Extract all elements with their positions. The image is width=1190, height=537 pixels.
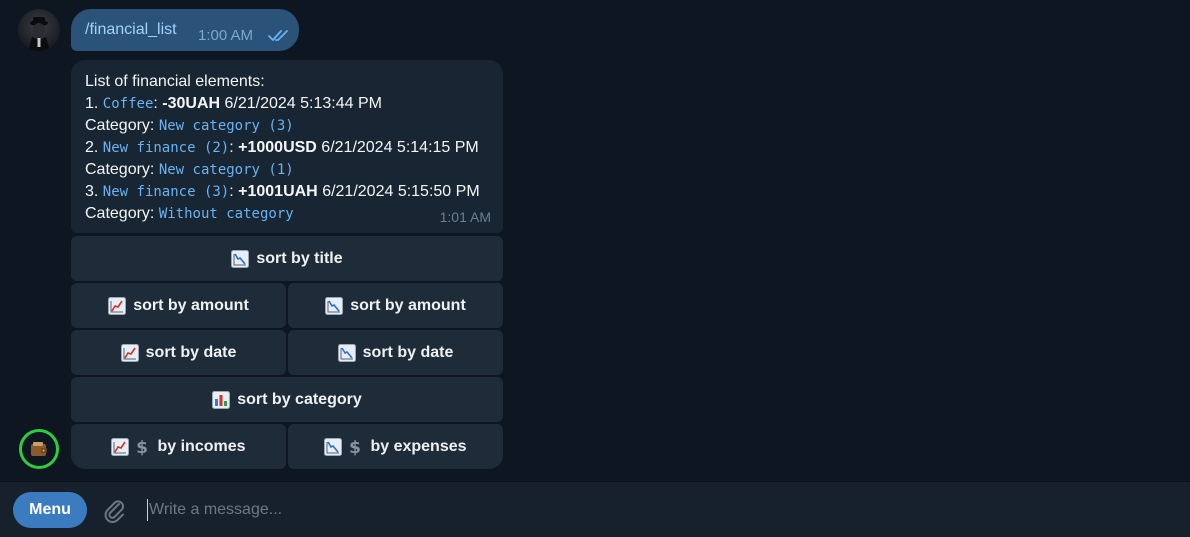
item-index: 1.	[85, 95, 99, 112]
sort-by-amount-descending-label: sort by amount	[350, 296, 466, 314]
chart-decreasing-icon	[325, 296, 344, 315]
chat-area: /financial_list 1:00 AM List of financia…	[0, 0, 1190, 481]
item-date: 6/21/2024 5:14:15 PM	[321, 139, 479, 156]
sort-by-amount-descending-button[interactable]: sort by amount	[288, 283, 503, 328]
user-avatar-image	[28, 17, 50, 51]
sort-by-title-label: sort by title	[256, 249, 343, 267]
item-title[interactable]: New finance (3)	[103, 184, 229, 200]
category-label: Category:	[85, 205, 155, 222]
item-date: 6/21/2024 5:15:50 PM	[322, 183, 480, 200]
sort-by-amount-ascending-label: sort by amount	[133, 296, 249, 314]
item-index: 2.	[85, 139, 99, 156]
chart-decreasing-icon	[337, 343, 356, 362]
item-index: 3.	[85, 183, 99, 200]
category-label: Category:	[85, 161, 155, 178]
double-check-icon	[267, 27, 293, 43]
chart-increasing-icon	[108, 296, 127, 315]
item-category[interactable]: New category (3)	[159, 118, 294, 134]
list-header: List of financial elements:	[85, 73, 265, 90]
list-item: 2. New finance (2): +1000USD 6/21/2024 5…	[85, 139, 479, 156]
dollar-sign-icon: $	[346, 438, 364, 456]
outgoing-message[interactable]: /financial_list 1:00 AM	[71, 9, 299, 51]
sort-by-category-button[interactable]: sort by category	[71, 377, 503, 422]
list-item-category: Category: New category (3)	[85, 115, 489, 137]
list-item-category: Category: New category (1)	[85, 159, 489, 181]
sort-by-title-button[interactable]: sort by title	[71, 236, 503, 281]
bot-avatar[interactable]	[19, 429, 59, 469]
item-category[interactable]: New category (1)	[159, 162, 294, 178]
message-input[interactable]	[149, 496, 1159, 524]
chart-decreasing-icon	[324, 437, 343, 456]
item-category[interactable]: Without category	[159, 206, 294, 222]
svg-text:$: $	[350, 438, 362, 456]
user-avatar[interactable]	[18, 9, 60, 51]
by-incomes-label: by incomes	[157, 437, 246, 455]
svg-text:$: $	[137, 438, 149, 456]
item-amount: +1000USD	[238, 139, 317, 156]
chart-increasing-icon	[120, 343, 139, 362]
list-item-category: Category: Without category	[85, 203, 489, 225]
dollar-sign-icon: $	[133, 438, 151, 456]
list-item: 1. Coffee: -30UAH 6/21/2024 5:13:44 PM	[85, 95, 382, 112]
outgoing-message-time: 1:00 AM	[198, 27, 254, 44]
item-title[interactable]: Coffee	[103, 96, 154, 112]
bar-chart-icon	[212, 390, 231, 409]
sort-by-date-ascending-button[interactable]: sort by date	[71, 330, 286, 375]
category-label: Category:	[85, 117, 155, 134]
by-expenses-button[interactable]: $ by expenses	[288, 424, 503, 469]
item-amount: +1001UAH	[238, 183, 318, 200]
paperclip-icon[interactable]	[100, 496, 128, 524]
text-caret	[147, 499, 148, 521]
wallet-icon	[31, 442, 47, 456]
item-amount: -30UAH	[162, 95, 221, 112]
chart-increasing-icon	[111, 437, 130, 456]
sort-by-category-label: sort by category	[237, 390, 362, 408]
by-expenses-label: by expenses	[370, 437, 467, 455]
list-item: 3. New finance (3): +1001UAH 6/21/2024 5…	[85, 183, 480, 200]
sort-by-date-descending-button[interactable]: sort by date	[288, 330, 503, 375]
message-composer: Menu	[0, 481, 1190, 537]
item-title[interactable]: New finance (2)	[103, 140, 229, 156]
incoming-message: List of financial elements: 1. Coffee: -…	[71, 60, 503, 233]
sort-by-amount-ascending-button[interactable]: sort by amount	[71, 283, 286, 328]
item-date: 6/21/2024 5:13:44 PM	[224, 95, 382, 112]
sort-by-date-ascending-label: sort by date	[145, 343, 237, 361]
incoming-message-time: 1:01 AM	[439, 209, 491, 225]
outgoing-command-text[interactable]: /financial_list	[85, 21, 177, 39]
chart-decreasing-icon	[231, 249, 250, 268]
by-incomes-button[interactable]: $ by incomes	[71, 424, 286, 469]
message-input-wrapper	[147, 496, 1167, 524]
menu-button[interactable]: Menu	[13, 492, 87, 528]
sort-by-date-descending-label: sort by date	[362, 343, 454, 361]
